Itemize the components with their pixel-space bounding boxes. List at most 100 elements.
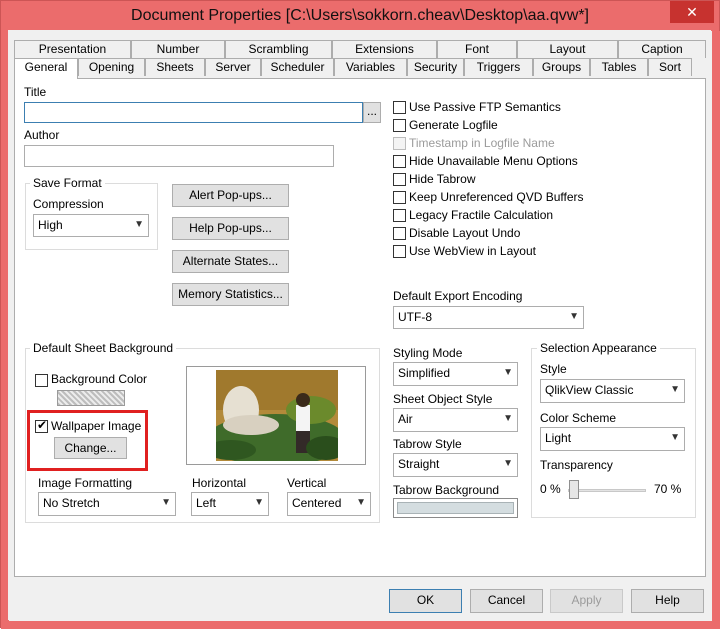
option-checkbox[interactable]	[393, 191, 406, 204]
tab-triggers[interactable]: Triggers	[464, 58, 533, 76]
selection-style-select[interactable]: QlikView Classic ▼	[540, 379, 685, 403]
compression-value: High	[38, 218, 63, 232]
tabrow-background-label: Tabrow Background	[393, 483, 500, 497]
memory-statistics-button[interactable]: Memory Statistics...	[172, 283, 289, 306]
tabrow-background-button[interactable]	[393, 498, 518, 518]
tab-sheets[interactable]: Sheets	[145, 58, 205, 76]
chevron-down-icon: ▼	[356, 497, 366, 508]
vertical-label: Vertical	[287, 476, 327, 490]
option-row[interactable]: Legacy Fractile Calculation	[393, 208, 593, 224]
transparency-min-label: 0 %	[540, 482, 561, 496]
alternate-states-button[interactable]: Alternate States...	[172, 250, 289, 273]
export-encoding-value: UTF-8	[398, 310, 432, 324]
tab-layout[interactable]: Layout	[517, 40, 618, 58]
option-row[interactable]: Keep Unreferenced QVD Buffers	[393, 190, 593, 206]
color-scheme-value: Light	[545, 431, 572, 445]
background-color-swatch[interactable]	[57, 390, 125, 406]
tab-opening[interactable]: Opening	[78, 58, 145, 76]
apply-button[interactable]: Apply	[550, 589, 623, 613]
title-bar[interactable]: Document Properties [C:\Users\sokkorn.ch…	[1, 1, 719, 31]
option-row[interactable]: Disable Layout Undo	[393, 226, 593, 242]
tab-font[interactable]: Font	[437, 40, 517, 58]
chevron-down-icon: ▼	[134, 219, 144, 230]
option-row: Timestamp in Logfile Name	[393, 136, 593, 152]
transparency-max-label: 70 %	[654, 482, 682, 496]
compression-select[interactable]: High ▼	[33, 214, 149, 237]
title-browse-button[interactable]: ...	[363, 102, 381, 123]
tab-scrambling[interactable]: Scrambling	[225, 40, 332, 58]
horizontal-label: Horizontal	[192, 476, 247, 490]
alert-popups-button[interactable]: Alert Pop-ups...	[172, 184, 289, 207]
option-label: Hide Tabrow	[409, 172, 476, 186]
title-input[interactable]	[24, 102, 363, 123]
option-checkbox[interactable]	[393, 227, 406, 240]
sheet-object-style-value: Air	[398, 412, 413, 426]
option-label: Hide Unavailable Menu Options	[409, 154, 578, 168]
option-checkbox	[393, 137, 406, 150]
option-checkbox[interactable]	[393, 173, 406, 186]
cancel-button[interactable]: Cancel	[470, 589, 543, 613]
transparency-label: Transparency	[540, 458, 613, 472]
window-title: Document Properties [C:\Users\sokkorn.ch…	[131, 7, 589, 24]
horizontal-select[interactable]: Left ▼	[191, 492, 269, 516]
horizontal-value: Left	[196, 496, 217, 510]
tab-security[interactable]: Security	[407, 58, 464, 76]
option-checkbox[interactable]	[393, 209, 406, 222]
image-formatting-value: No Stretch	[43, 496, 100, 510]
option-row[interactable]: Hide Tabrow	[393, 172, 593, 188]
tabrow-style-label: Tabrow Style	[393, 437, 462, 451]
option-label: Generate Logfile	[409, 118, 498, 132]
option-checkbox[interactable]	[393, 101, 406, 114]
chevron-down-icon: ▼	[503, 413, 513, 424]
option-label: Legacy Fractile Calculation	[409, 208, 554, 222]
background-color-checkbox[interactable]	[35, 374, 48, 387]
tab-groups[interactable]: Groups	[533, 58, 590, 76]
export-encoding-select[interactable]: UTF-8 ▼	[393, 306, 584, 329]
selection-style-label: Style	[540, 362, 567, 376]
tab-scheduler[interactable]: Scheduler	[261, 58, 334, 76]
image-formatting-select[interactable]: No Stretch ▼	[38, 492, 176, 516]
highlight-box	[27, 410, 148, 471]
option-row[interactable]: Use Passive FTP Semantics	[393, 100, 593, 116]
help-button[interactable]: Help	[631, 589, 704, 613]
sheet-background-label: Default Sheet Background	[30, 341, 177, 355]
option-label: Use WebView in Layout	[409, 244, 536, 258]
option-row[interactable]: Generate Logfile	[393, 118, 593, 134]
vertical-select[interactable]: Centered ▼	[287, 492, 371, 516]
option-checkbox[interactable]	[393, 245, 406, 258]
close-button[interactable]: ✕	[670, 1, 714, 23]
tabrow-style-select[interactable]: Straight ▼	[393, 453, 518, 477]
option-checkbox[interactable]	[393, 155, 406, 168]
tab-server[interactable]: Server	[205, 58, 261, 76]
tab-variables[interactable]: Variables	[334, 58, 407, 76]
option-row[interactable]: Use WebView in Layout	[393, 244, 593, 260]
window-frame-right	[712, 31, 720, 627]
tab-extensions[interactable]: Extensions	[332, 40, 437, 58]
tab-general[interactable]: General	[14, 58, 78, 79]
transparency-slider-thumb[interactable]	[569, 480, 579, 499]
author-input[interactable]	[24, 145, 334, 167]
option-label: Use Passive FTP Semantics	[409, 100, 561, 114]
tabrow-style-value: Straight	[398, 457, 440, 471]
transparency-slider-track[interactable]	[568, 489, 646, 492]
tab-caption[interactable]: Caption	[618, 40, 706, 58]
option-label: Disable Layout Undo	[409, 226, 521, 240]
tab-sort[interactable]: Sort	[648, 58, 692, 76]
author-label: Author	[24, 128, 60, 142]
chevron-down-icon: ▼	[670, 384, 680, 395]
ok-button[interactable]: OK	[389, 589, 462, 613]
help-popups-button[interactable]: Help Pop-ups...	[172, 217, 289, 240]
color-scheme-select[interactable]: Light ▼	[540, 427, 685, 451]
export-encoding-label: Default Export Encoding	[393, 289, 523, 303]
tab-presentation[interactable]: Presentation	[14, 40, 131, 58]
sheet-object-style-select[interactable]: Air ▼	[393, 408, 518, 432]
chevron-down-icon: ▼	[503, 367, 513, 378]
option-row[interactable]: Hide Unavailable Menu Options	[393, 154, 593, 170]
styling-mode-select[interactable]: Simplified ▼	[393, 362, 518, 386]
tab-number[interactable]: Number	[131, 40, 225, 58]
chevron-down-icon: ▼	[670, 432, 680, 443]
chevron-down-icon: ▼	[503, 458, 513, 469]
option-checkbox[interactable]	[393, 119, 406, 132]
tab-tables[interactable]: Tables	[590, 58, 648, 76]
chevron-down-icon: ▼	[254, 497, 264, 508]
